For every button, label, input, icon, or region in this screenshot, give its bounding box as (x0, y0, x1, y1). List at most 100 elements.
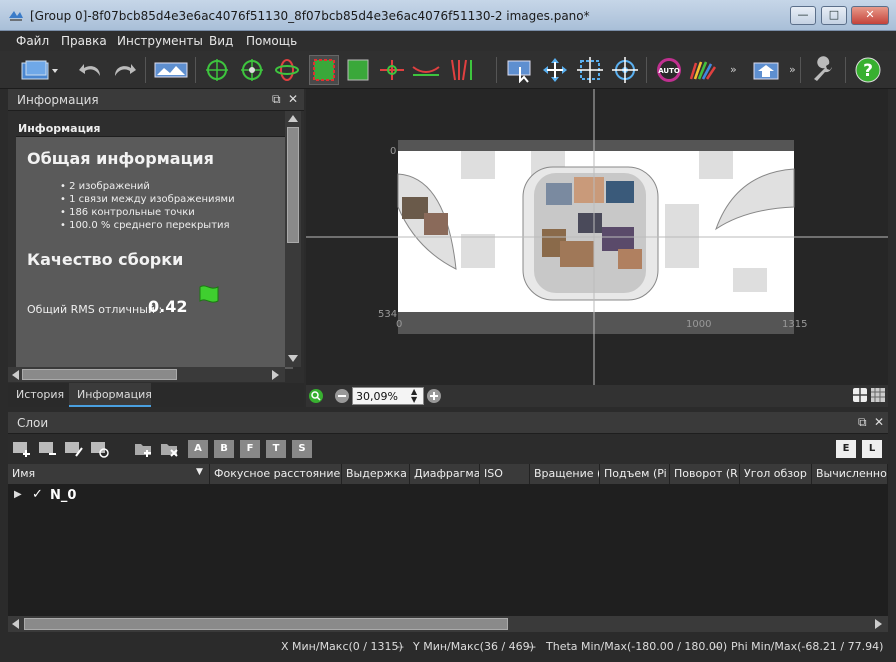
close-button[interactable]: ✕ (851, 6, 889, 25)
layout-icon[interactable] (852, 387, 868, 405)
target-button[interactable] (610, 55, 640, 85)
close-panel-icon[interactable]: ✕ (874, 415, 884, 429)
zoom-fit-icon[interactable] (308, 388, 324, 404)
info-subheader: Информация (16, 119, 293, 137)
rotate-roll-button[interactable] (272, 55, 302, 85)
info-vscroll-thumb[interactable] (287, 127, 299, 243)
add-images-button[interactable] (18, 55, 62, 85)
app-icon (9, 11, 23, 21)
toolbar-more-2[interactable]: » (789, 63, 796, 76)
minimize-button[interactable]: — (790, 6, 816, 25)
panorama-canvas[interactable]: 0 534 0 1000 1315 (306, 89, 888, 385)
layers-hscroll-thumb[interactable] (24, 618, 508, 630)
col-yaw[interactable]: Вращение ( (530, 464, 600, 484)
undo-button[interactable] (76, 55, 106, 85)
crop-button[interactable] (343, 55, 373, 85)
redo-button[interactable] (109, 55, 139, 85)
exposure-button[interactable] (688, 55, 718, 85)
scroll-left-icon[interactable] (12, 619, 19, 629)
maximize-button[interactable]: □ (821, 6, 847, 25)
toolbar-separator (145, 57, 146, 83)
sort-icon[interactable]: ▼ (196, 467, 203, 477)
edit-layer-icon[interactable] (64, 440, 84, 458)
center-button[interactable] (377, 55, 407, 85)
col-pitch[interactable]: Подъем (Pi (600, 464, 670, 484)
menu-tools[interactable]: Инструменты (117, 34, 203, 48)
zoom-in-icon[interactable] (426, 388, 442, 404)
col-computed[interactable]: Вычисленное (812, 464, 888, 484)
panorama-preview-button[interactable] (153, 55, 189, 85)
refresh-layer-icon[interactable] (90, 440, 110, 458)
col-exposure[interactable]: Выдержка (342, 464, 410, 484)
visibility-checkbox[interactable]: ✓ (32, 487, 43, 502)
scroll-right-icon[interactable] (875, 619, 882, 629)
zoom-input[interactable]: 30,09% ▲ ▼ (352, 387, 424, 405)
flag-icon (199, 285, 219, 303)
tab-info[interactable]: Информация (69, 383, 152, 407)
info-vscrollbar[interactable] (285, 111, 301, 367)
layer-btn-t[interactable]: T (266, 440, 286, 458)
col-focal[interactable]: Фокусное расстояние (210, 464, 342, 484)
info-content: Общая информация • 2 изображений • 1 свя… (16, 137, 293, 369)
toolbar-more-1[interactable]: » (730, 63, 737, 76)
auto-label: AUTO (658, 67, 680, 75)
verticals-button[interactable] (446, 55, 476, 85)
rotate-yaw-button[interactable] (202, 55, 232, 85)
axis-label-left: 534 (378, 309, 397, 320)
add-layer-icon[interactable] (12, 440, 32, 458)
layer-btn-b[interactable]: B (214, 440, 234, 458)
col-iso[interactable]: ISO (480, 464, 530, 484)
remove-layer-icon[interactable] (38, 440, 58, 458)
tab-history[interactable]: История (8, 383, 68, 407)
layer-btn-l[interactable]: L (862, 440, 882, 458)
auto-color-button[interactable]: AUTO (654, 55, 684, 85)
layer-btn-s[interactable]: S (292, 440, 312, 458)
layers-hscrollbar[interactable] (8, 616, 888, 632)
export-button[interactable] (752, 55, 782, 85)
expand-icon[interactable]: ▶ (14, 489, 22, 500)
menu-bar: Файл Правка Инструменты Вид Помощь (0, 31, 896, 51)
layer-btn-f[interactable]: F (240, 440, 260, 458)
menu-file[interactable]: Файл (16, 34, 49, 48)
select-images-button[interactable] (505, 55, 535, 85)
layer-btn-a[interactable]: A (188, 440, 208, 458)
zoom-spin-icon[interactable]: ▲ ▼ (411, 388, 417, 404)
col-roll[interactable]: Поворот (R (670, 464, 740, 484)
col-aperture[interactable]: Диафрагма (410, 464, 480, 484)
rotate-pitch-button[interactable] (237, 55, 267, 85)
undock-icon[interactable]: ⧉ (858, 415, 867, 430)
delete-folder-icon[interactable] (160, 440, 180, 458)
undock-icon[interactable]: ⧉ (272, 92, 281, 107)
toolbar-separator (845, 57, 846, 83)
horizon-button[interactable] (411, 55, 441, 85)
scroll-down-icon[interactable] (288, 355, 298, 362)
layer-btn-e[interactable]: E (836, 440, 856, 458)
col-fov[interactable]: Угол обзор (740, 464, 812, 484)
grid-icon[interactable] (870, 387, 886, 405)
target-icon (612, 57, 638, 83)
status-x: X Мин/Макс(0 / 1315) (281, 640, 403, 653)
window-title: [Group 0]-8f07bcb85d4e3e6ac4076f51130_8f… (30, 9, 590, 23)
zoom-out-icon[interactable] (334, 388, 350, 404)
scroll-left-icon[interactable] (12, 370, 19, 380)
scroll-right-icon[interactable] (272, 370, 279, 380)
info-hscrollbar[interactable] (8, 367, 285, 382)
layers-title: Слои (17, 416, 49, 430)
exposure-fan-icon (689, 61, 717, 80)
settings-button[interactable] (808, 55, 838, 85)
crop-auto-button[interactable] (309, 55, 339, 85)
scroll-up-icon[interactable] (288, 115, 298, 122)
table-row[interactable]: ▶ ✓ N_0 (8, 486, 888, 506)
info-hscroll-thumb[interactable] (22, 369, 177, 380)
move-button[interactable] (540, 55, 570, 85)
col-name[interactable]: Имя ▼ (8, 464, 210, 484)
panorama-icon (154, 62, 188, 78)
panorama-viewer[interactable]: 0 534 0 1000 1315 (306, 89, 888, 385)
help-button[interactable]: ? (853, 55, 883, 85)
close-panel-icon[interactable]: ✕ (288, 92, 298, 106)
menu-view[interactable]: Вид (209, 34, 233, 48)
control-points-button[interactable] (575, 55, 605, 85)
add-folder-icon[interactable] (134, 440, 154, 458)
menu-edit[interactable]: Правка (61, 34, 107, 48)
menu-help[interactable]: Помощь (246, 34, 297, 48)
